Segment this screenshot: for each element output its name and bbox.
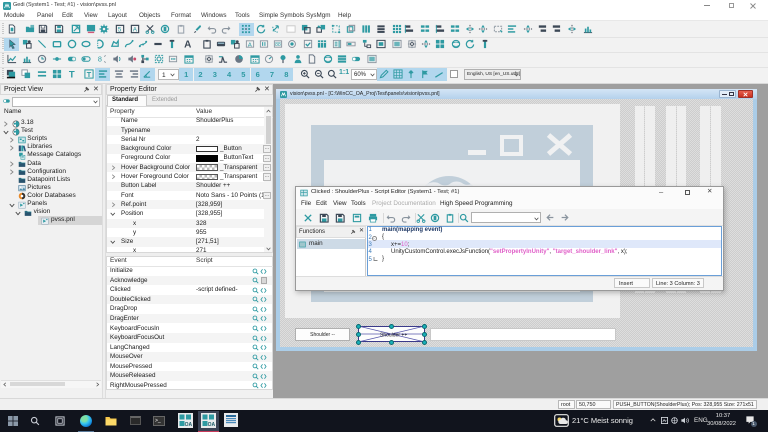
svg-text:T: T: [86, 70, 91, 79]
svg-text:OA: OA: [208, 422, 215, 427]
svg-text:88: 88: [275, 42, 281, 48]
svg-text:A: A: [184, 40, 191, 49]
svg-text:OA: OA: [185, 422, 192, 427]
svg-text:T: T: [68, 70, 74, 79]
svg-text:A: A: [133, 26, 138, 33]
svg-text:5: 5: [118, 26, 122, 33]
svg-text:A: A: [247, 42, 251, 48]
svg-text:Shoulder ++: Shoulder ++: [380, 333, 407, 339]
svg-text:8: 8: [98, 55, 102, 64]
